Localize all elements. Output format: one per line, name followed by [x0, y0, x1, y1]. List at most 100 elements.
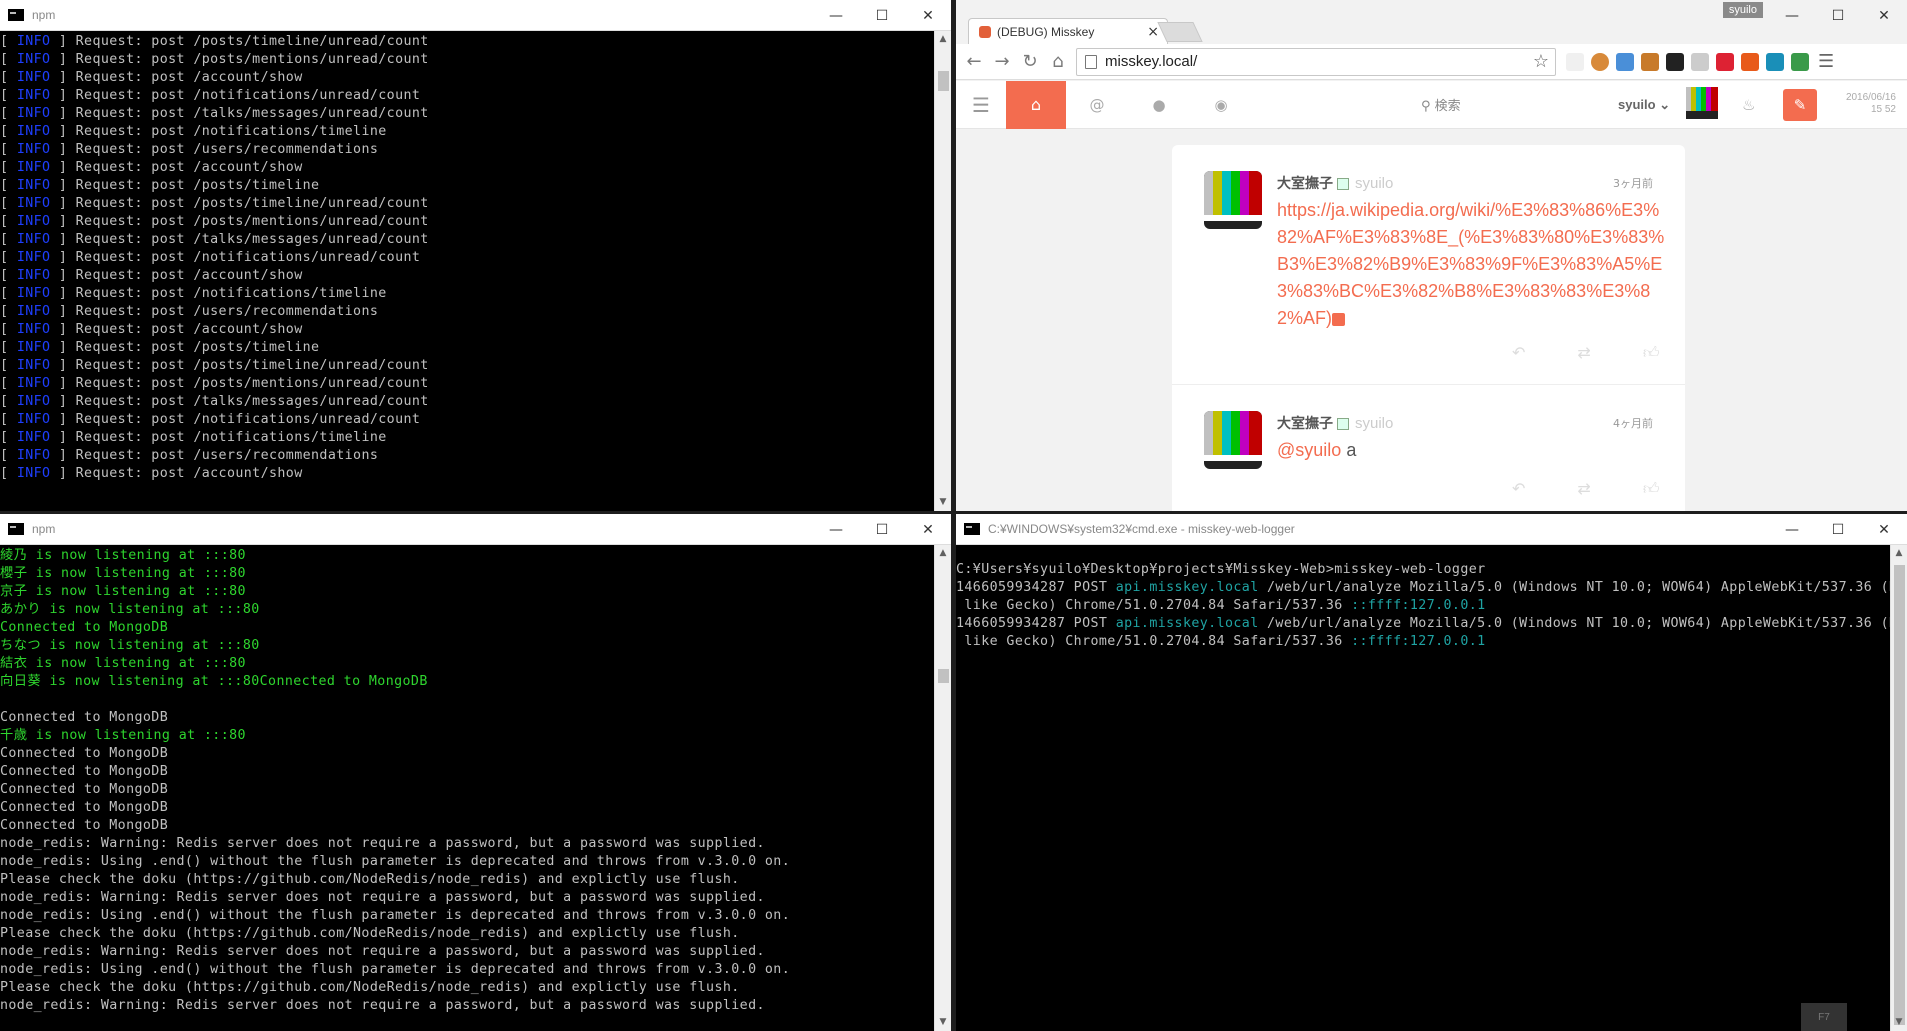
request-prefix: ] Request: post	[50, 232, 194, 247]
post-item[interactable]: 大室撫子 syuilo 4ヶ月前 @syuilo a ↶ ⇄ 👍︎	[1172, 385, 1685, 511]
repost-icon[interactable]: ⇄	[1577, 343, 1590, 363]
like-icon[interactable]: 👍︎	[1643, 479, 1660, 499]
maximize-button[interactable]: ☐	[1815, 0, 1861, 31]
scroll-thumb[interactable]	[1894, 565, 1905, 1025]
cmd-window[interactable]: C:¥WINDOWS¥system32¥cmd.exe - misskey-we…	[956, 514, 1907, 1031]
request-path: /talks/messages/unread/count	[193, 106, 429, 121]
menu-icon[interactable]: ☰	[1818, 51, 1834, 72]
talk-nav-icon[interactable]: ●	[1128, 96, 1190, 114]
scrollbar[interactable]: ▲ ▼	[1890, 545, 1907, 1031]
reload-icon[interactable]: ↻	[1016, 51, 1044, 72]
chrome-window[interactable]: (DEBUG) Misskey × syuilo — ☐ ✕ ← → ↻ ⌂ m…	[956, 0, 1907, 511]
titlebar[interactable]: npm — ☐ ✕	[0, 514, 951, 545]
post-item[interactable]: 大室撫子 syuilo 3ヶ月前 https://ja.wikipedia.org…	[1172, 145, 1685, 385]
close-button[interactable]: ✕	[1861, 0, 1907, 31]
download-extension-icon[interactable]	[1791, 52, 1809, 71]
scroll-up-icon[interactable]: ▲	[935, 545, 951, 562]
tab-misskey[interactable]: (DEBUG) Misskey ×	[968, 18, 1168, 45]
info-tag: INFO	[16, 88, 51, 103]
scroll-thumb[interactable]	[938, 669, 949, 683]
address-bar[interactable]: misskey.local/ ☆	[1076, 47, 1556, 76]
hammer-extension-icon[interactable]	[1641, 52, 1659, 71]
repost-icon[interactable]: ⇄	[1577, 479, 1590, 499]
post-avatar[interactable]	[1204, 411, 1262, 469]
post-author[interactable]: 大室撫子 syuilo	[1277, 413, 1393, 433]
hamburger-icon[interactable]: ☰	[956, 93, 1006, 117]
close-button[interactable]: ✕	[1861, 514, 1907, 545]
groups-nav-icon[interactable]: ◉	[1190, 96, 1252, 114]
scrollbar[interactable]: ▲ ▼	[934, 31, 951, 511]
abp-extension-icon[interactable]	[1716, 52, 1734, 71]
log-line: Connected to MongoDB	[0, 800, 169, 815]
bookmark-star-icon[interactable]: ☆	[1533, 51, 1549, 72]
close-button[interactable]: ✕	[905, 0, 951, 31]
forward-arrow-icon[interactable]: →	[988, 51, 1016, 72]
info-tag: INFO	[16, 52, 51, 67]
profile-badge[interactable]: syuilo	[1722, 2, 1763, 18]
post-link[interactable]: https://ja.wikipedia.org/wiki/%E3%83%86%…	[1277, 200, 1664, 328]
scroll-up-icon[interactable]: ▲	[935, 31, 951, 48]
titlebar[interactable]: C:¥WINDOWS¥system32¥cmd.exe - misskey-we…	[956, 514, 1907, 545]
minimize-button[interactable]: —	[1769, 0, 1815, 31]
s-extension-icon[interactable]	[1766, 52, 1784, 71]
titlebar[interactable]: npm — ☐ ✕	[0, 0, 951, 31]
minimize-button[interactable]: —	[1769, 514, 1815, 545]
pen-extension-icon[interactable]	[1616, 52, 1634, 71]
window-title: C:¥WINDOWS¥system32¥cmd.exe - misskey-we…	[988, 522, 1295, 536]
post-avatar[interactable]	[1204, 171, 1262, 229]
request-prefix: ] Request: post	[50, 448, 194, 463]
timeline[interactable]: 大室撫子 syuilo 3ヶ月前 https://ja.wikipedia.org…	[1172, 145, 1685, 511]
help-extension-icon[interactable]	[1691, 52, 1709, 71]
tab-close-icon[interactable]: ×	[1147, 24, 1159, 40]
compose-button[interactable]: ✎	[1783, 89, 1817, 121]
log-line: [ INFO ] Request: post /posts/timeline/u…	[0, 357, 934, 375]
scrollbar[interactable]: ▲ ▼	[934, 545, 951, 1031]
bell-icon[interactable]: ♨	[1742, 96, 1755, 114]
request-path: /notifications/unread/count	[193, 412, 421, 427]
bracket: [	[0, 340, 17, 355]
home-nav-icon[interactable]: ⌂	[1006, 80, 1066, 129]
console-output[interactable]: 綾乃 is now listening at :::80 櫻子 is now li…	[0, 545, 934, 1031]
user-menu[interactable]: syuilo ⌄	[1618, 97, 1670, 113]
external-link-icon[interactable]	[1332, 312, 1346, 326]
url-text[interactable]: misskey.local/	[1105, 53, 1197, 70]
user-avatar[interactable]	[1686, 87, 1718, 119]
scroll-down-icon[interactable]: ▼	[935, 1014, 951, 1031]
maximize-button[interactable]: ☐	[1815, 514, 1861, 545]
request-path: /notifications/timeline	[193, 124, 387, 139]
scroll-down-icon[interactable]: ▼	[935, 494, 951, 511]
log-timestamp: 1466059934287 POST	[956, 616, 1116, 631]
extension-icon[interactable]	[1566, 52, 1584, 71]
cookie-extension-icon[interactable]	[1591, 52, 1609, 71]
mentions-nav-icon[interactable]: @	[1066, 96, 1128, 114]
glasses-extension-icon[interactable]	[1666, 52, 1684, 71]
minimize-button[interactable]: —	[813, 514, 859, 545]
console-output[interactable]: [ INFO ] Request: post /posts/timeline/u…	[0, 31, 934, 511]
post-author[interactable]: 大室撫子 syuilo	[1277, 173, 1393, 193]
npm-window-top[interactable]: npm — ☐ ✕ [ INFO ] Request: post /posts/…	[0, 0, 951, 511]
info-tag: INFO	[16, 286, 51, 301]
search-box[interactable]: ⚲ 検索	[1421, 95, 1461, 114]
npm-window-bottom[interactable]: npm — ☐ ✕ 綾乃 is now listening at :::80 櫻子…	[0, 514, 951, 1031]
like-icon[interactable]: 👍︎	[1643, 343, 1660, 363]
back-arrow-icon[interactable]: ←	[960, 51, 988, 72]
f7-button[interactable]: F7	[1801, 1003, 1847, 1031]
home-icon[interactable]: ⌂	[1044, 51, 1072, 72]
card-extension-icon[interactable]	[1741, 52, 1759, 71]
reply-icon[interactable]: ↶	[1512, 479, 1525, 499]
post-mention[interactable]: @syuilo	[1277, 440, 1341, 460]
post-handle[interactable]: syuilo	[1355, 175, 1393, 192]
chrome-tabstrip: (DEBUG) Misskey × syuilo — ☐ ✕	[956, 0, 1907, 45]
bracket: [	[0, 106, 17, 121]
scroll-thumb[interactable]	[938, 71, 949, 91]
close-button[interactable]: ✕	[905, 514, 951, 545]
post-handle[interactable]: syuilo	[1355, 415, 1393, 432]
console-output[interactable]: C:¥Users¥syuilo¥Desktop¥projects¥Misskey…	[956, 545, 1890, 1031]
reply-icon[interactable]: ↶	[1512, 343, 1525, 363]
scroll-up-icon[interactable]: ▲	[1891, 545, 1907, 562]
maximize-button[interactable]: ☐	[859, 0, 905, 31]
maximize-button[interactable]: ☐	[859, 514, 905, 545]
minimize-button[interactable]: —	[813, 0, 859, 31]
bracket: [	[0, 268, 17, 283]
scroll-down-icon[interactable]: ▼	[1891, 1014, 1907, 1031]
